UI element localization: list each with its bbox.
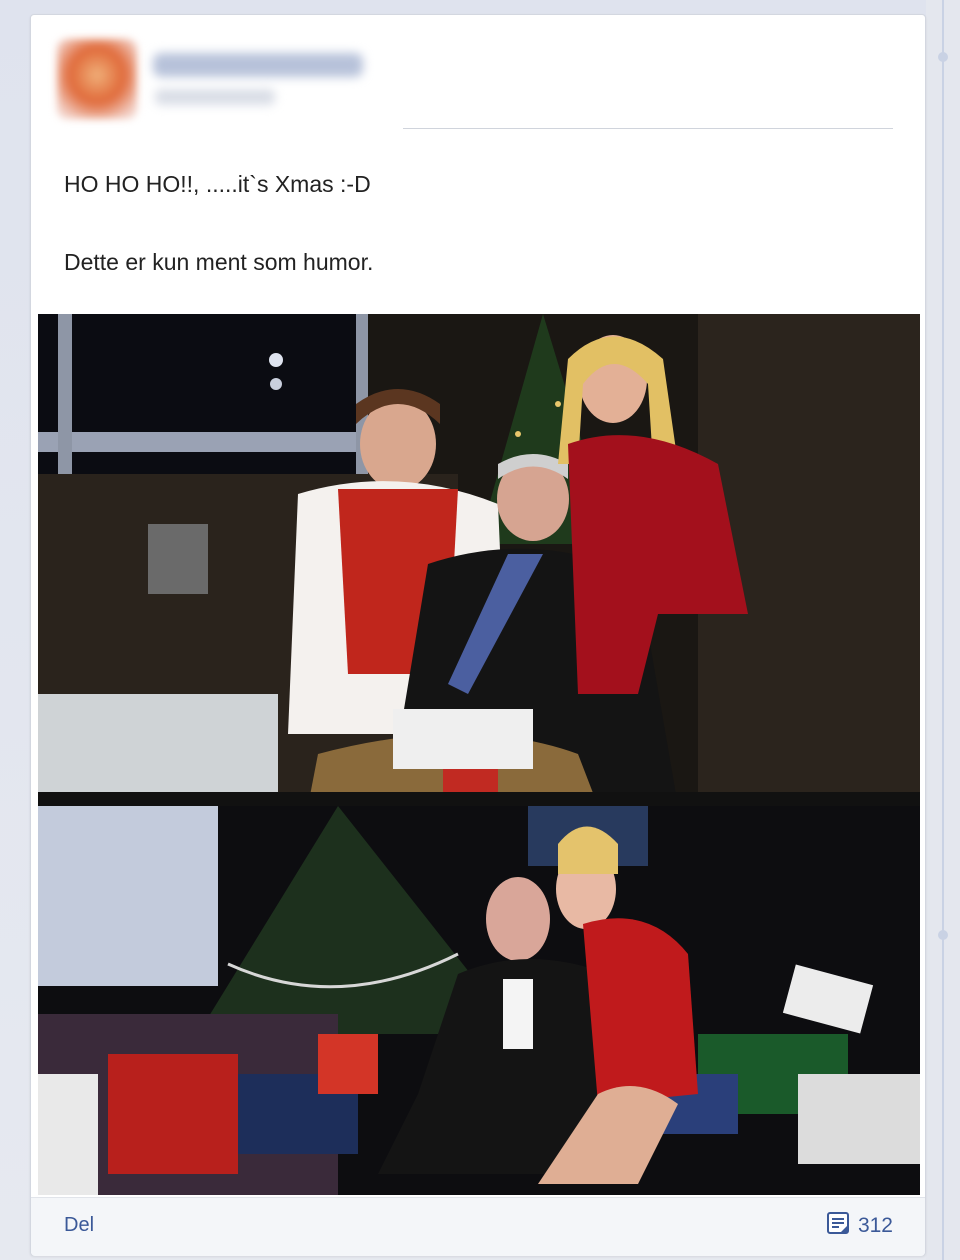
- timeline-dot: [938, 52, 948, 62]
- photo-top: [38, 314, 920, 806]
- timeline-rail: [926, 0, 960, 1260]
- comment-count: 312: [857, 1214, 893, 1237]
- post-card: HO HO HO!!, .....it`s Xmas :-D Dette er …: [30, 14, 926, 1256]
- comment-icon: [826, 1211, 852, 1241]
- post-text-line-2: Dette er kun ment som humor.: [64, 249, 374, 275]
- author-avatar[interactable]: [57, 39, 137, 119]
- photo-bottom: [38, 806, 920, 1195]
- header-divider: [403, 128, 893, 129]
- post-photo[interactable]: [38, 314, 920, 1195]
- author-name-blurred[interactable]: [153, 53, 363, 77]
- comment-counter[interactable]: 312: [826, 1212, 893, 1240]
- post-timestamp-blurred: [155, 89, 275, 105]
- post-footer: Del 312: [31, 1197, 925, 1256]
- timeline-line: [942, 0, 944, 1260]
- timeline-dot: [938, 930, 948, 940]
- post-text-line-1: HO HO HO!!, .....it`s Xmas :-D: [64, 171, 371, 197]
- share-link[interactable]: Del: [64, 1214, 94, 1237]
- photo-collage: [38, 314, 920, 1195]
